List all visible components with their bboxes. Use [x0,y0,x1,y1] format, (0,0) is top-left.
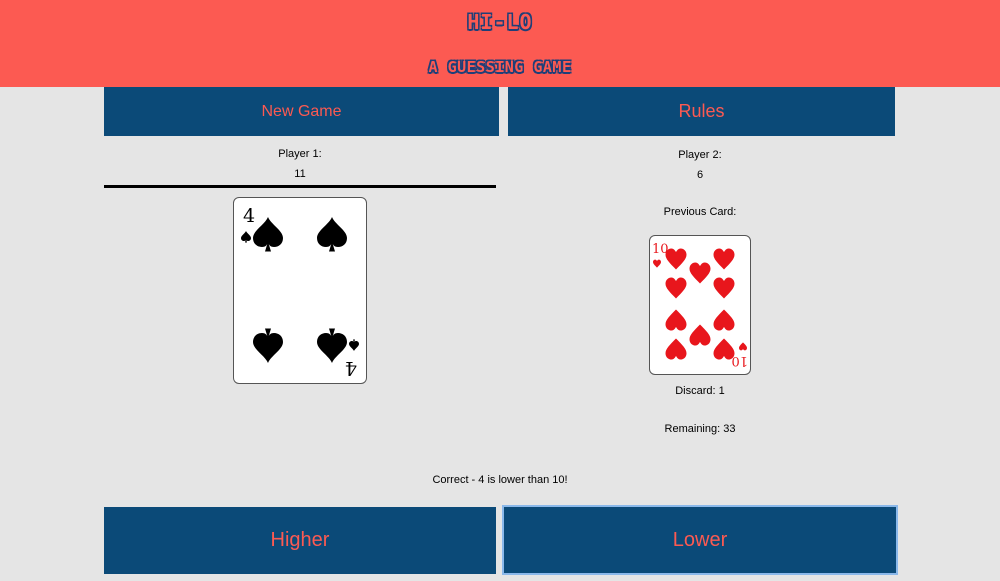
player1-divider [104,185,496,188]
player1-score: 11 [294,168,306,180]
heart-pip-icon [713,309,735,331]
heart-small-icon [653,259,661,268]
header-banner: HI-LO A GUESSING GAME [0,0,1000,87]
heart-pip-icon [689,262,711,284]
svg-text:4: 4 [345,357,357,379]
card-rank-top-left: 4 [243,205,255,227]
heart-pip-icon [689,324,711,346]
spade-pip-icon [253,217,283,252]
player1-label: Player 1: [278,148,322,160]
heart-pip-icon [665,309,687,331]
heart-pip-icon [713,277,735,299]
heart-pip-icon [665,248,687,270]
page-subtitle: A GUESSING GAME [428,58,572,76]
result-message: Correct - 4 is lower than 10! [432,474,568,486]
page-title: HI-LO [467,10,533,34]
heart-pip-icon [665,277,687,299]
new-game-button[interactable]: New Game [104,87,499,136]
spade-pip-icon [317,328,347,363]
player2-score: 6 [696,169,704,181]
svg-text:4: 4 [243,205,255,227]
rules-button[interactable]: Rules [508,87,895,136]
player2-label: Player 2: [678,149,722,161]
heart-pip-icon [713,248,735,270]
card-rank-bottom-right: 4 [345,357,357,379]
heart-small-icon [739,342,747,351]
current-card: 4 4 [233,197,367,384]
spade-pip-icon [317,217,347,252]
previous-card-label: Previous Card: [663,206,737,218]
discard-count: Discard: 1 [675,385,725,397]
lower-button[interactable]: Lower [502,505,898,575]
spade-small-icon [349,339,359,351]
higher-button[interactable]: Higher [104,507,496,574]
previous-card: 10 10 [649,235,751,375]
heart-pip-icon [665,338,687,360]
spade-pip-icon [253,328,283,363]
heart-pip-icon [713,338,735,360]
remaining-count: Remaining: 33 [664,423,736,435]
spade-small-icon [241,231,251,243]
card-rank-bottom-right: 10 [731,353,748,368]
